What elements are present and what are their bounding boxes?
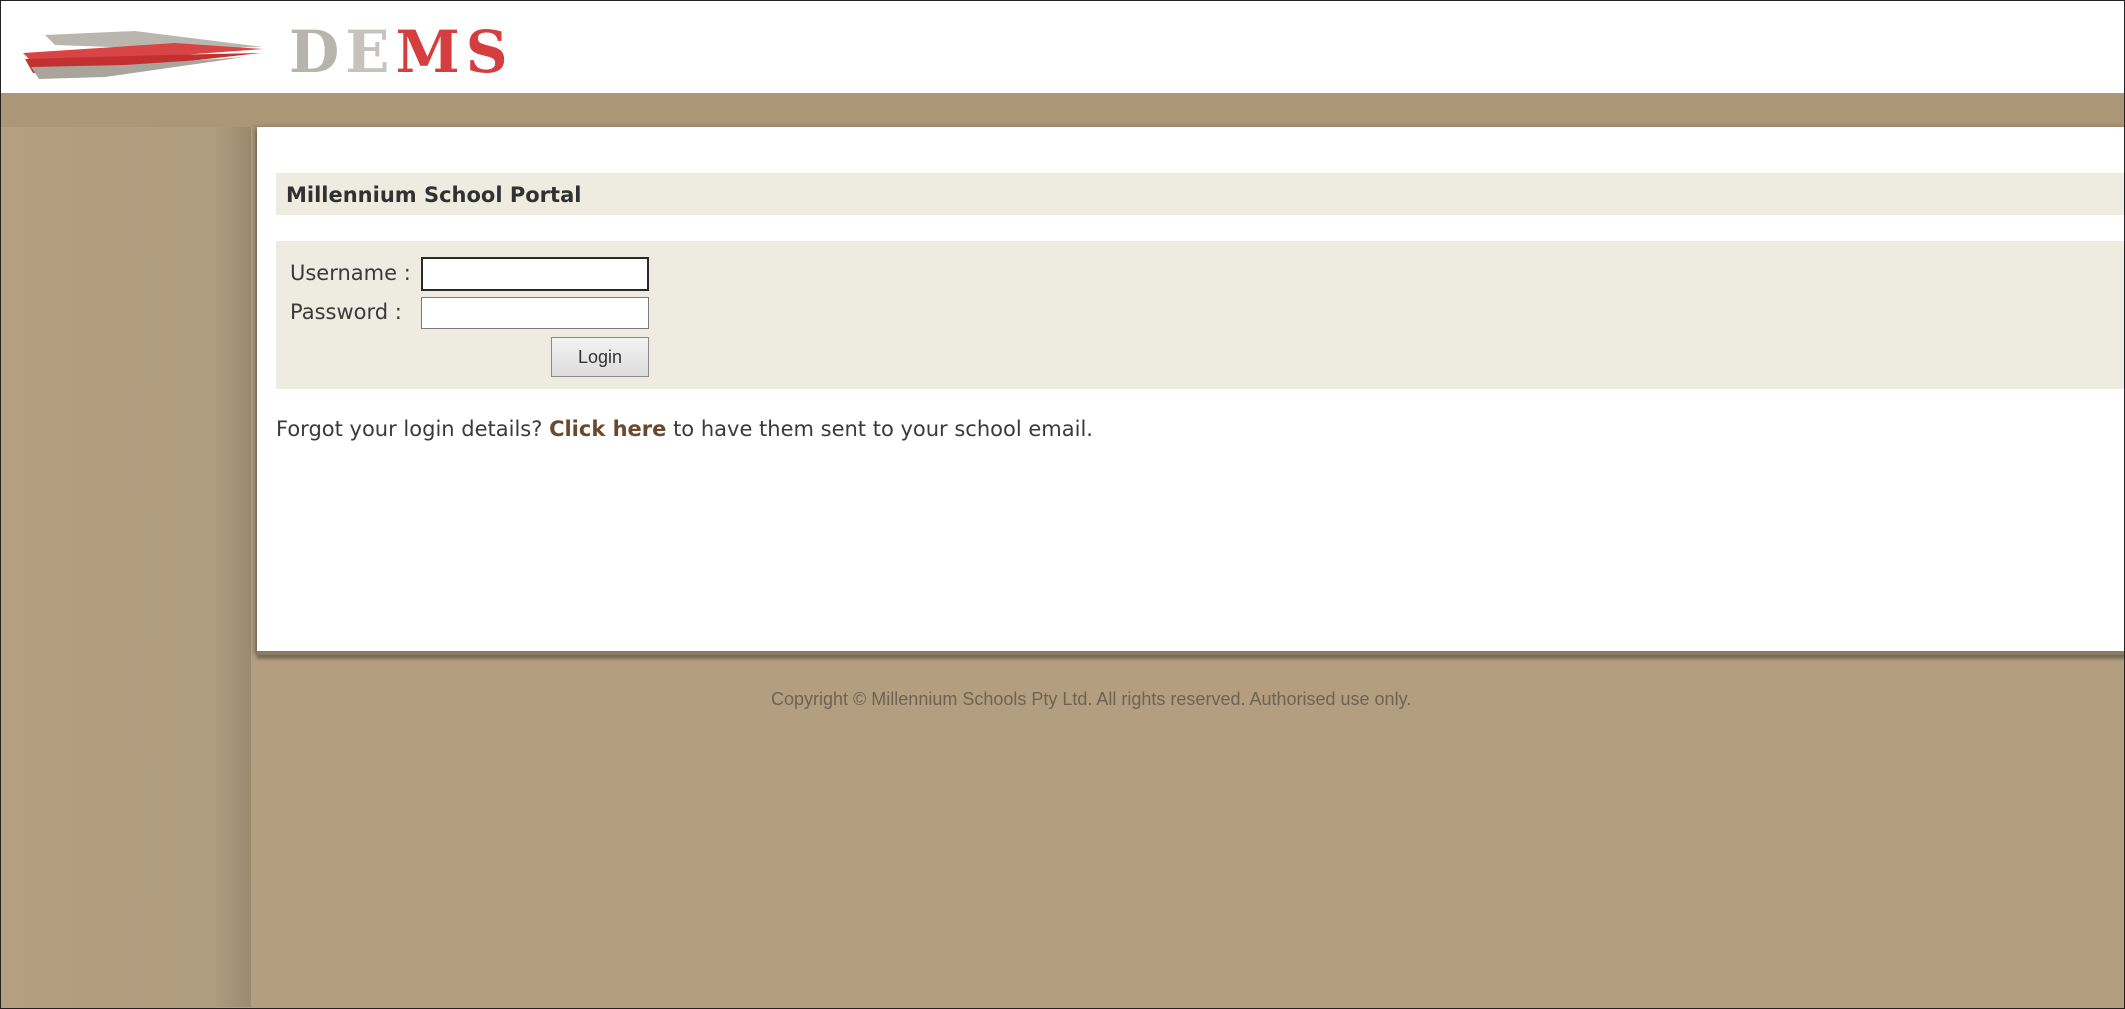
logo-text: DEMS xyxy=(289,21,514,83)
forgot-prefix: Forgot your login details? xyxy=(276,417,543,441)
username-label: Username : xyxy=(290,261,411,285)
content-panel: Millennium School Portal Username : Pass… xyxy=(257,127,2124,655)
forgot-suffix: to have them sent to your school email. xyxy=(673,417,1093,441)
forgot-login-text: Forgot your login details? Click here to… xyxy=(276,417,1093,441)
left-margin xyxy=(1,127,251,1007)
logo-letter: M xyxy=(395,18,466,86)
logo-letter: S xyxy=(465,18,514,86)
password-label: Password : xyxy=(290,300,402,324)
login-button[interactable]: Login xyxy=(551,337,649,377)
logo-letter: D xyxy=(289,18,346,86)
page-frame: DEMS Millennium School Portal Username :… xyxy=(0,0,2125,1009)
password-input[interactable] xyxy=(421,297,649,329)
page-title: Millennium School Portal xyxy=(286,183,582,207)
copyright-text: Copyright © Millennium Schools Pty Ltd. … xyxy=(771,689,1412,709)
click-here-link[interactable]: Click here xyxy=(549,417,666,441)
header-band xyxy=(1,93,2124,127)
username-input[interactable] xyxy=(421,257,649,291)
logo-swoosh-icon xyxy=(23,31,263,79)
portal-title-bar: Millennium School Portal xyxy=(276,173,2124,215)
logo-letter: E xyxy=(345,18,396,86)
login-form: Username : Password : Login xyxy=(276,241,2124,389)
header: DEMS xyxy=(1,1,2124,93)
